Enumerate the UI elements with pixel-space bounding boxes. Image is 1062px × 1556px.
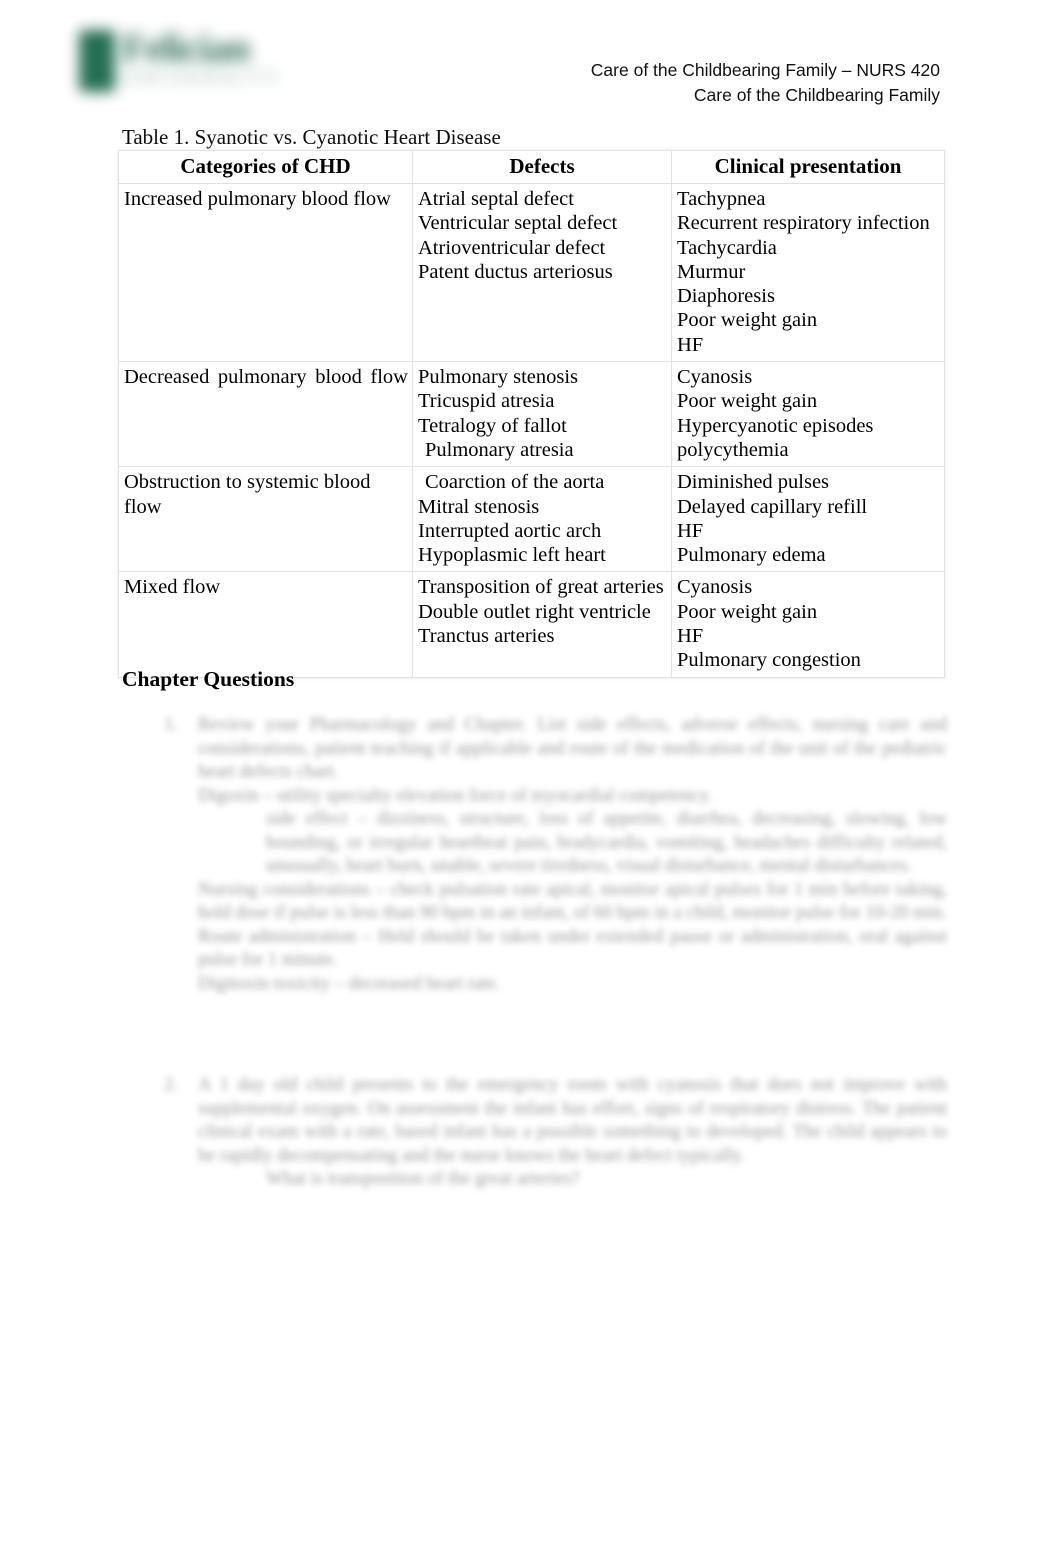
clinical-item: Cyanosis [677,576,753,599]
defect-item: Patent ductus arteriosus [418,260,613,283]
column-header-defects: Defects [412,150,672,184]
defect-item: Transposition of great arteries [418,576,664,599]
defect-item: Atrial septal defect [418,188,574,210]
table-row: Mixed flow Transposition of great arteri… [118,571,945,678]
logo-mark-icon [79,30,115,92]
cell-clinical: Tachypnea Recurrent respiratory infectio… [671,182,945,363]
question-paragraph: Digoxin – utility specialty elevation fo… [198,785,713,806]
question-paragraph: Review your Pharmacology and Chapter. Li… [198,715,947,782]
clinical-item: polycythemia [677,438,789,461]
category-label: Decreased pulmonary blood flow [124,366,408,389]
clinical-item: Delayed capillary refill [677,495,868,518]
clinical-item: Hypercyanotic episodes [677,414,874,437]
question-paragraph: A 1 day old child presents to the emerge… [198,1075,947,1166]
clinical-item: Cyanosis [677,366,753,389]
cell-clinical: Cyanosis Poor weight gain HF Pulmonary c… [671,571,945,678]
question-number: 1. [164,715,178,735]
defect-item: Atrioventricular defect [418,236,606,259]
clinical-item: Diminished pulses [677,471,830,494]
clinical-item: Diaphoresis [677,285,775,308]
table-row: Obstruction to systemic blood flow Coarc… [118,466,945,573]
question-sub-item: What is transposition of the great arter… [266,1169,580,1189]
clinical-item: Murmur [677,260,746,283]
defect-item: Mitral stenosis [418,495,540,518]
clinical-item: Pulmonary congestion [677,649,861,672]
table-row: Decreased pulmonary blood flow Pulmonary… [118,361,945,468]
clinical-item: Tachypnea [677,188,766,210]
defect-item: Interrupted aortic arch [418,519,602,542]
cell-category: Decreased pulmonary blood flow [118,361,413,468]
question-paragraph: side effect – dizziness, structure, loss… [266,809,947,876]
question-paragraph: Route administration – Held should be ta… [198,926,947,971]
cell-defects: Transposition of great arteries Double o… [412,571,672,678]
page-header: Felician UNIVERSITY Care of the Childbea… [0,0,1062,118]
chapter-questions-heading: Chapter Questions [122,667,295,691]
cell-clinical: Diminished pulses Delayed capillary refi… [671,466,945,573]
clinical-item: Poor weight gain [677,390,818,413]
defect-item: Tetralogy of fallot [418,414,567,437]
cell-category: Increased pulmonary blood flow [118,182,413,363]
question-item-1: 1. Review your Pharmacology and Chapter.… [152,714,947,996]
question-paragraph: Nursing considerations – check pulsation… [198,879,947,924]
chd-comparison-table: Categories of CHD Defects Clinical prese… [118,150,945,678]
clinical-item: HF [677,625,704,648]
defect-item: Hypoplasmic left heart [418,544,606,567]
defect-item: Tranctus arteries [418,625,555,648]
cell-category: Mixed flow [118,571,413,678]
defect-item: Coarction of the aorta [425,471,605,494]
clinical-item: HF [677,333,704,356]
question-number: 2. [164,1075,178,1095]
question-body: A 1 day old child presents to the emerge… [198,1074,947,1192]
category-label: Increased pulmonary blood flow [124,188,391,210]
felician-university-logo: Felician UNIVERSITY [74,22,299,104]
table-row: Increased pulmonary blood flow Atrial se… [118,182,945,363]
clinical-item: Tachycardia [677,236,777,259]
clinical-item: Poor weight gain [677,600,818,623]
defect-item: Tricuspid atresia [418,390,555,413]
column-header-clinical-presentation: Clinical presentation [671,150,945,184]
clinical-item: Poor weight gain [677,309,818,332]
question-item-2: 2. A 1 day old child presents to the eme… [152,1074,947,1192]
table-caption: Table 1. Syanotic vs. Cyanotic Heart Dis… [122,125,501,149]
table-header-row: Categories of CHD Defects Clinical prese… [118,150,945,184]
header-subject-line: Care of the Childbearing Family [693,85,940,105]
cell-category: Obstruction to systemic blood flow [118,466,413,573]
defect-item: Ventricular septal defect [418,212,618,235]
cell-defects: Atrial septal defect Ventricular septal … [412,182,672,363]
category-label: Mixed flow [124,576,221,599]
question-body: Review your Pharmacology and Chapter. Li… [198,714,947,996]
defect-item: Double outlet right ventricle [418,600,651,623]
clinical-item: Pulmonary edema [677,544,826,567]
header-course-line: Care of the Childbearing Family – NURS 4… [590,60,940,80]
defect-item: Pulmonary atresia [425,438,574,461]
document-header-text: Care of the Childbearing Family – NURS 4… [591,58,940,108]
defect-item: Pulmonary stenosis [418,366,579,389]
question-paragraph: Digitoxin toxicity – decreased heart rat… [198,973,501,994]
column-header-categories: Categories of CHD [118,150,413,184]
logo-wordmark: Felician [122,25,251,70]
logo-subtext: UNIVERSITY [124,68,283,88]
cell-defects: Pulmonary stenosis Tricuspid atresia Tet… [412,361,672,468]
cell-clinical: Cyanosis Poor weight gain Hypercyanotic … [671,361,945,468]
category-label: Obstruction to systemic blood flow [124,471,371,518]
cell-defects: Coarction of the aorta Mitral stenosis I… [412,466,672,573]
clinical-item: Recurrent respiratory infection [677,212,930,235]
clinical-item: HF [677,519,704,542]
